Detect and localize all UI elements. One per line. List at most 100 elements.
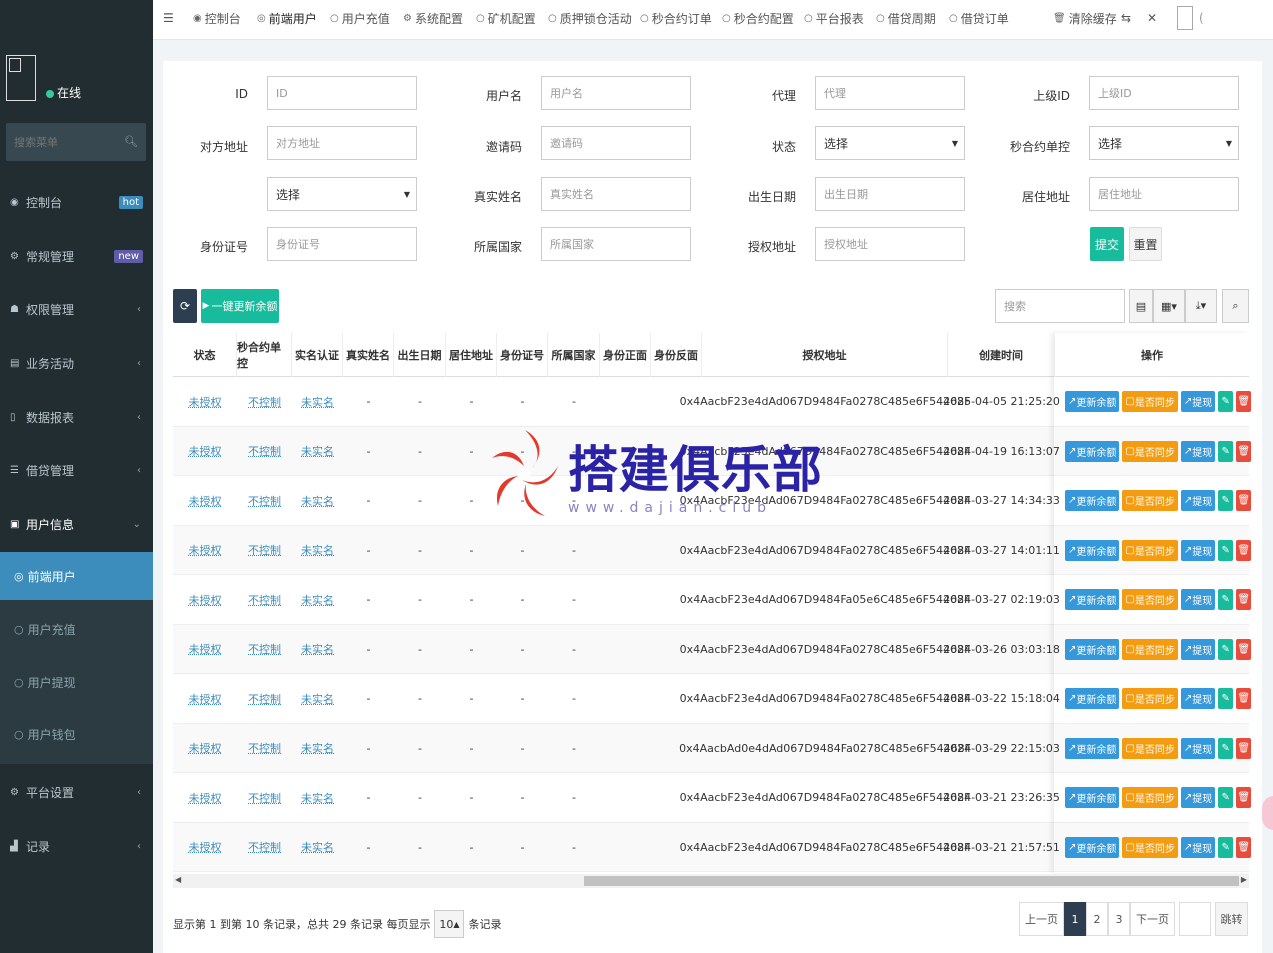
withdraw-button[interactable]: ↗ 提现	[1180, 787, 1216, 808]
tab-loan-period[interactable]: ○ 借贷周期	[876, 0, 936, 36]
pencil-icon[interactable]: ✎	[1218, 440, 1234, 462]
realname-auth-link[interactable]: 未实名	[292, 526, 343, 575]
realname-auth-link[interactable]: 未实名	[292, 575, 343, 624]
country-input[interactable]: 所属国家	[541, 227, 691, 261]
status-link[interactable]: 未授权	[173, 377, 237, 426]
update-balance-button[interactable]: ↗ 更新余额	[1065, 787, 1120, 808]
trash-icon[interactable]: 🗑︎	[1236, 737, 1252, 759]
page-button-3[interactable]: 3	[1108, 902, 1130, 936]
contract-control-link[interactable]: 不控制	[237, 476, 292, 525]
columns-icon[interactable]: ▦▾	[1153, 289, 1185, 323]
column-header-id-number[interactable]: 身份证号	[497, 333, 548, 377]
realname-auth-link[interactable]: 未实名	[292, 674, 343, 723]
contract-control-link[interactable]: 不控制	[237, 773, 292, 822]
status-link[interactable]: 未授权	[173, 476, 237, 525]
sync-button[interactable]: ▢ 是否同步	[1122, 737, 1178, 759]
export-icon[interactable]: ⤓▾	[1185, 289, 1217, 323]
peer-address-input[interactable]: 对方地址	[267, 126, 417, 160]
trash-icon[interactable]: 🗑︎	[1236, 688, 1252, 709]
sidebar-subitem-frontend-users[interactable]: ◎ 前端用户	[0, 552, 153, 600]
trash-icon[interactable]: 🗑︎	[1236, 589, 1252, 610]
update-balance-button[interactable]: ↗ 更新余额	[1065, 440, 1120, 462]
advanced-search-icon[interactable]: ⌕	[1222, 289, 1249, 323]
withdraw-button[interactable]: ↗ 提现	[1180, 490, 1216, 511]
status-link[interactable]: 未授权	[173, 724, 237, 773]
trash-icon[interactable]: 🗑︎	[1236, 836, 1252, 858]
sync-button[interactable]: ▢ 是否同步	[1122, 440, 1178, 462]
update-balance-button[interactable]: ↗ 更新余额	[1065, 688, 1120, 709]
realname-auth-link[interactable]: 未实名	[292, 724, 343, 773]
sync-button[interactable]: ▢ 是否同步	[1122, 391, 1178, 412]
sidebar-item-platform[interactable]: ⚙ 平台设置 ‹	[0, 772, 153, 812]
tab-contract-config[interactable]: ○ 秒合约配置	[722, 0, 794, 36]
menu-search[interactable]: 🔍︎	[6, 123, 146, 161]
trash-icon[interactable]: 🗑︎	[1236, 391, 1252, 412]
id-number-input[interactable]: 身份证号	[267, 227, 417, 261]
update-balance-button[interactable]: ↗ 更新余额	[1065, 391, 1120, 412]
pencil-icon[interactable]: ✎	[1218, 490, 1234, 511]
tab-contract-orders[interactable]: ○ 秒合约订单	[640, 0, 712, 36]
realname-auth-link[interactable]: 未实名	[292, 427, 343, 476]
agent-input[interactable]: 代理	[815, 76, 965, 110]
pencil-icon[interactable]: ✎	[1218, 737, 1234, 759]
column-header-country[interactable]: 所属国家	[548, 333, 600, 377]
contract-control-link[interactable]: 不控制	[237, 674, 292, 723]
update-balance-button[interactable]: ↗ 更新余额	[1065, 638, 1120, 660]
update-balance-button[interactable]: ↗ 更新余额	[1065, 589, 1120, 610]
table-search-input[interactable]: 搜索	[995, 289, 1125, 323]
tab-loan-orders[interactable]: ○ 借贷订单	[949, 0, 1009, 36]
contract-control-link[interactable]: 不控制	[237, 823, 292, 872]
trash-icon[interactable]: 🗑︎	[1236, 490, 1252, 511]
status-link[interactable]: 未授权	[173, 823, 237, 872]
column-header-auth-address[interactable]: 授权地址	[702, 333, 948, 377]
column-header-residence[interactable]: 居住地址	[446, 333, 497, 377]
prev-page-button[interactable]: 上一页	[1019, 902, 1064, 936]
sync-button[interactable]: ▢ 是否同步	[1122, 539, 1178, 561]
contract-control-link[interactable]: 不控制	[237, 526, 292, 575]
tab-platform-report[interactable]: ○ 平台报表	[804, 0, 864, 36]
real-name-input[interactable]: 真实姓名	[541, 177, 691, 211]
pencil-icon[interactable]: ✎	[1218, 539, 1234, 561]
pencil-icon[interactable]: ✎	[1218, 391, 1234, 412]
contract-control-link[interactable]: 不控制	[237, 427, 292, 476]
id-input[interactable]: ID	[267, 76, 417, 110]
update-balance-button[interactable]: ↗ 更新余额	[1065, 490, 1120, 511]
language-icon[interactable]: ⇆	[1121, 0, 1131, 36]
sidebar-subitem-recharge[interactable]: ○ 用户充值	[0, 605, 153, 653]
column-header-id-front[interactable]: 身份正面	[600, 333, 651, 377]
username-input[interactable]: 用户名	[541, 76, 691, 110]
sync-button[interactable]: ▢ 是否同步	[1122, 787, 1178, 808]
residence-input[interactable]: 居住地址	[1089, 177, 1239, 211]
toggle-view-icon[interactable]: ▤	[1129, 289, 1153, 323]
realname-auth-link[interactable]: 未实名	[292, 476, 343, 525]
column-header-contract-control[interactable]: 秒合约单控	[237, 333, 292, 377]
auth-address-input[interactable]: 授权地址	[815, 227, 965, 261]
sidebar-subitem-withdraw[interactable]: ○ 用户提现	[0, 658, 153, 706]
column-header-real-name[interactable]: 真实姓名	[343, 333, 394, 377]
birth-date-input[interactable]: 出生日期	[815, 177, 965, 211]
invite-code-input[interactable]: 邀请码	[541, 126, 691, 160]
status-link[interactable]: 未授权	[173, 575, 237, 624]
tab-miner-config[interactable]: ○ 矿机配置	[476, 0, 536, 36]
sidebar-item-general[interactable]: ⚙ 常规管理 new	[0, 236, 153, 276]
tab-staking[interactable]: ○ 质押锁仓活动	[548, 0, 632, 36]
fullscreen-icon[interactable]: ✕	[1147, 0, 1157, 36]
realname-auth-link[interactable]: 未实名	[292, 625, 343, 674]
column-header-realname-auth[interactable]: 实名认证	[292, 333, 343, 377]
scrollbar-thumb[interactable]	[584, 876, 1239, 886]
contract-control-link[interactable]: 不控制	[237, 377, 292, 426]
column-header-created-time[interactable]: 创建时间	[948, 333, 1055, 377]
contract-control-link[interactable]: 不控制	[237, 575, 292, 624]
status-link[interactable]: 未授权	[173, 625, 237, 674]
reset-button[interactable]: 重置	[1129, 227, 1162, 261]
contract-control-select[interactable]: 选择 ▼	[1089, 126, 1239, 160]
column-header-id-back[interactable]: 身份反面	[651, 333, 702, 377]
status-link[interactable]: 未授权	[173, 773, 237, 822]
withdraw-button[interactable]: ↗ 提现	[1180, 688, 1216, 709]
sidebar-subitem-wallet[interactable]: ○ 用户钱包	[0, 710, 153, 758]
jump-button[interactable]: 跳转	[1215, 902, 1248, 936]
trash-icon[interactable]: 🗑︎	[1236, 539, 1252, 561]
pencil-icon[interactable]: ✎	[1218, 688, 1234, 709]
update-balance-button[interactable]: ↗ 更新余额	[1065, 539, 1120, 561]
trash-icon[interactable]: 🗑︎	[1236, 440, 1252, 462]
